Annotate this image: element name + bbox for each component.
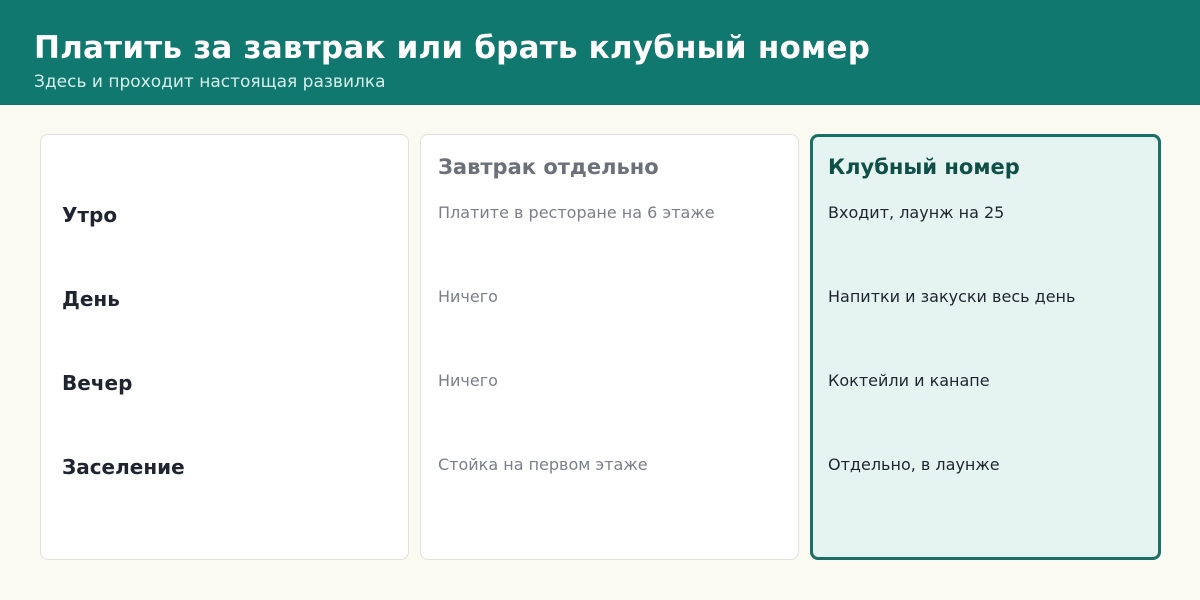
club-cell-checkin: Отдельно, в лаунже [828, 455, 1000, 474]
breakfast-cell-morning: Платите в ресторане на 6 этаже [438, 203, 715, 222]
breakfast-cell-day: Ничего [438, 287, 498, 306]
column-heading-breakfast: Завтрак отдельно [438, 155, 659, 179]
row-label-checkin: Заселение [62, 455, 185, 479]
club-room-card: Клубный номер Входит, лаунж на 25 Напитк… [810, 134, 1161, 560]
column-heading-club: Клубный номер [828, 155, 1020, 179]
club-cell-evening: Коктейли и канапе [828, 371, 990, 390]
club-cell-day: Напитки и закуски весь день [828, 287, 1076, 306]
row-label-evening: Вечер [62, 371, 133, 395]
breakfast-cell-evening: Ничего [438, 371, 498, 390]
row-labels-card: Утро День Вечер Заселение [40, 134, 409, 560]
page-subtitle: Здесь и проходит настоящая развилка [34, 72, 386, 92]
breakfast-cell-checkin: Стойка на первом этаже [438, 455, 648, 474]
row-label-morning: Утро [62, 203, 118, 227]
breakfast-separate-card: Завтрак отдельно Платите в ресторане на … [420, 134, 799, 560]
page-title: Платить за завтрак или брать клубный ном… [34, 30, 871, 66]
header-banner: Платить за завтрак или брать клубный ном… [0, 0, 1200, 105]
club-cell-morning: Входит, лаунж на 25 [828, 203, 1005, 222]
row-label-day: День [62, 287, 120, 311]
